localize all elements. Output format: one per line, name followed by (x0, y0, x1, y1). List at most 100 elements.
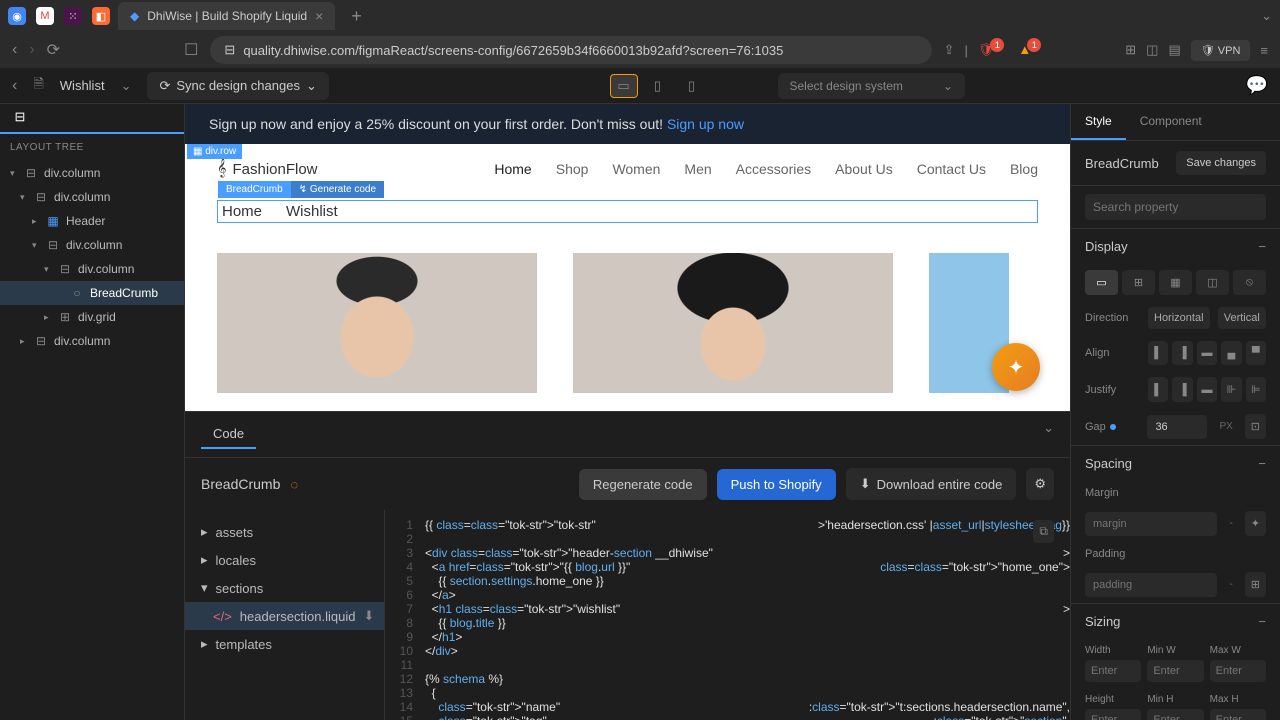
folder-item[interactable]: ▸assets (185, 518, 384, 546)
align-button[interactable]: ▄ (1221, 341, 1241, 365)
tree-item[interactable]: ▾⊟div.column (0, 161, 184, 185)
collapse-icon[interactable]: − (1258, 456, 1266, 471)
display-inline-button[interactable]: ◫ (1196, 270, 1229, 295)
file-item[interactable]: </>headersection.liquid⬇ (185, 602, 384, 630)
gap-input[interactable] (1147, 415, 1207, 439)
tree-item[interactable]: ▸⊟div.column (0, 329, 184, 353)
width-input[interactable] (1085, 660, 1141, 682)
nav-link[interactable]: Men (684, 161, 711, 177)
tree-view-icon[interactable]: ⊟ (8, 106, 32, 130)
logo[interactable]: 𝄞 FashionFlow (217, 160, 318, 178)
nav-link[interactable]: Women (612, 161, 660, 177)
display-grid-button[interactable]: ▦ (1159, 270, 1192, 295)
collapse-icon[interactable]: ⌄ (1043, 420, 1054, 449)
folder-item[interactable]: ▾sections (185, 574, 384, 602)
maxw-input[interactable] (1210, 660, 1266, 682)
component-tab[interactable]: Component (1126, 104, 1216, 140)
selection-badge[interactable]: ▦ div.row (187, 144, 242, 159)
generate-code-tag[interactable]: ↯ Generate code (291, 181, 384, 198)
minw-input[interactable] (1147, 660, 1203, 682)
desktop-device-button[interactable]: ▭ (610, 74, 638, 98)
extensions-icon[interactable]: ⊞ (1125, 42, 1136, 58)
margin-expand-button[interactable]: ✦ (1245, 511, 1266, 536)
active-tab[interactable]: ◆ DhiWise | Build Shopify Liquid × (118, 2, 335, 30)
tree-item[interactable]: ▸▦Header (0, 209, 184, 233)
share-icon[interactable]: ⇪ (944, 42, 955, 58)
download-button[interactable]: ⬇ Download entire code (846, 468, 1017, 500)
product-image[interactable] (217, 253, 537, 393)
magic-wand-fab[interactable]: ✦ (992, 343, 1040, 391)
align-button[interactable]: ▐ (1172, 341, 1192, 365)
download-icon[interactable]: ⬇ (363, 608, 374, 624)
style-tab[interactable]: Style (1071, 104, 1126, 140)
justify-button[interactable]: ▬ (1197, 377, 1217, 402)
copy-button[interactable]: ⧉ (1033, 520, 1054, 543)
direction-horizontal[interactable]: Horizontal (1148, 307, 1210, 329)
bookmark-icon[interactable]: ☐ (184, 40, 198, 60)
minh-input[interactable] (1147, 709, 1203, 720)
folder-item[interactable]: ▸locales (185, 546, 384, 574)
tree-item[interactable]: ▸⊞div.grid (0, 305, 184, 329)
tree-item[interactable]: ▾⊟div.column (0, 233, 184, 257)
justify-button[interactable]: ⊪ (1221, 377, 1241, 402)
nav-link[interactable]: Blog (1010, 161, 1038, 177)
direction-vertical[interactable]: Vertical (1218, 307, 1266, 329)
align-button[interactable]: ▬ (1197, 341, 1217, 365)
justify-button[interactable]: ▐ (1172, 377, 1192, 402)
tree-item[interactable]: ○BreadCrumb (0, 281, 184, 305)
display-flex-button[interactable]: ⊞ (1122, 270, 1155, 295)
design-canvas[interactable]: Sign up now and enjoy a 25% discount on … (185, 104, 1070, 411)
breadcrumb-item[interactable]: Home (222, 203, 262, 220)
code-tab[interactable]: Code (201, 420, 256, 449)
tablet-device-button[interactable]: ▯ (644, 74, 672, 98)
nav-link[interactable]: Home (494, 161, 531, 177)
align-button[interactable]: ▀ (1246, 341, 1266, 365)
pinned-tab-icon[interactable]: ◧ (92, 7, 110, 25)
nav-link[interactable]: Contact Us (917, 161, 986, 177)
mobile-device-button[interactable]: ▯ (678, 74, 706, 98)
folder-item[interactable]: ▸templates (185, 630, 384, 658)
menu-icon[interactable]: ≡ (1260, 43, 1268, 58)
search-input[interactable] (1085, 194, 1266, 220)
element-tag[interactable]: BreadCrumb (218, 181, 291, 198)
design-system-select[interactable]: Select design system ⌄ (778, 73, 965, 99)
signup-link[interactable]: Sign up now (667, 116, 744, 132)
pinned-tab-icon[interactable]: ◉ (8, 7, 26, 25)
notification-icon[interactable]: ▲1 (1018, 42, 1045, 58)
justify-button[interactable]: ⊫ (1246, 377, 1266, 402)
collapse-icon[interactable]: − (1258, 614, 1266, 629)
close-icon[interactable]: × (315, 8, 323, 24)
code-editor[interactable]: ⧉ 1{{ class=class="tok-str">"tok-str">'h… (385, 510, 1070, 720)
padding-expand-button[interactable]: ⊞ (1245, 572, 1266, 597)
address-bar[interactable]: ⊟ quality.dhiwise.com/figmaReact/screens… (210, 36, 931, 64)
tree-item[interactable]: ▾⊟div.column (0, 185, 184, 209)
margin-input[interactable] (1085, 512, 1217, 536)
collapse-icon[interactable]: − (1258, 239, 1266, 254)
reload-button[interactable]: ⟳ (47, 40, 60, 60)
app-back-button[interactable]: ‹ (12, 77, 17, 95)
nav-link[interactable]: Accessories (736, 161, 811, 177)
gap-link-button[interactable]: ⊡ (1245, 414, 1266, 439)
nav-link[interactable]: Shop (556, 161, 589, 177)
justify-button[interactable]: ▌ (1148, 377, 1168, 402)
forward-button[interactable]: › (29, 41, 34, 59)
site-info-icon[interactable]: ⊟ (224, 42, 235, 58)
pinned-tab-icon[interactable]: M (36, 7, 54, 25)
reader-icon[interactable]: ▤ (1168, 42, 1180, 58)
vpn-button[interactable]: 🛡 VPN (1191, 40, 1251, 61)
sync-button[interactable]: ⟳ Sync design changes ⌄ (147, 72, 328, 100)
display-none-button[interactable]: ⦸ (1233, 270, 1266, 295)
nav-link[interactable]: About Us (835, 161, 893, 177)
display-block-button[interactable]: ▭ (1085, 270, 1118, 295)
maxh-input[interactable] (1210, 709, 1266, 720)
breadcrumb-item[interactable]: Wishlist (286, 203, 338, 220)
extension-icon[interactable]: 🛡1 (978, 42, 1009, 58)
regenerate-button[interactable]: Regenerate code (579, 469, 707, 500)
settings-button[interactable]: ⚙ (1026, 468, 1054, 500)
padding-input[interactable] (1085, 573, 1217, 597)
pinned-tab-icon[interactable]: ⁙ (64, 7, 82, 25)
page-dropdown-icon[interactable]: ⌄ (121, 78, 132, 94)
push-shopify-button[interactable]: Push to Shopify (717, 469, 836, 500)
tree-item[interactable]: ▾⊟div.column (0, 257, 184, 281)
save-button[interactable]: Save changes (1176, 151, 1266, 175)
